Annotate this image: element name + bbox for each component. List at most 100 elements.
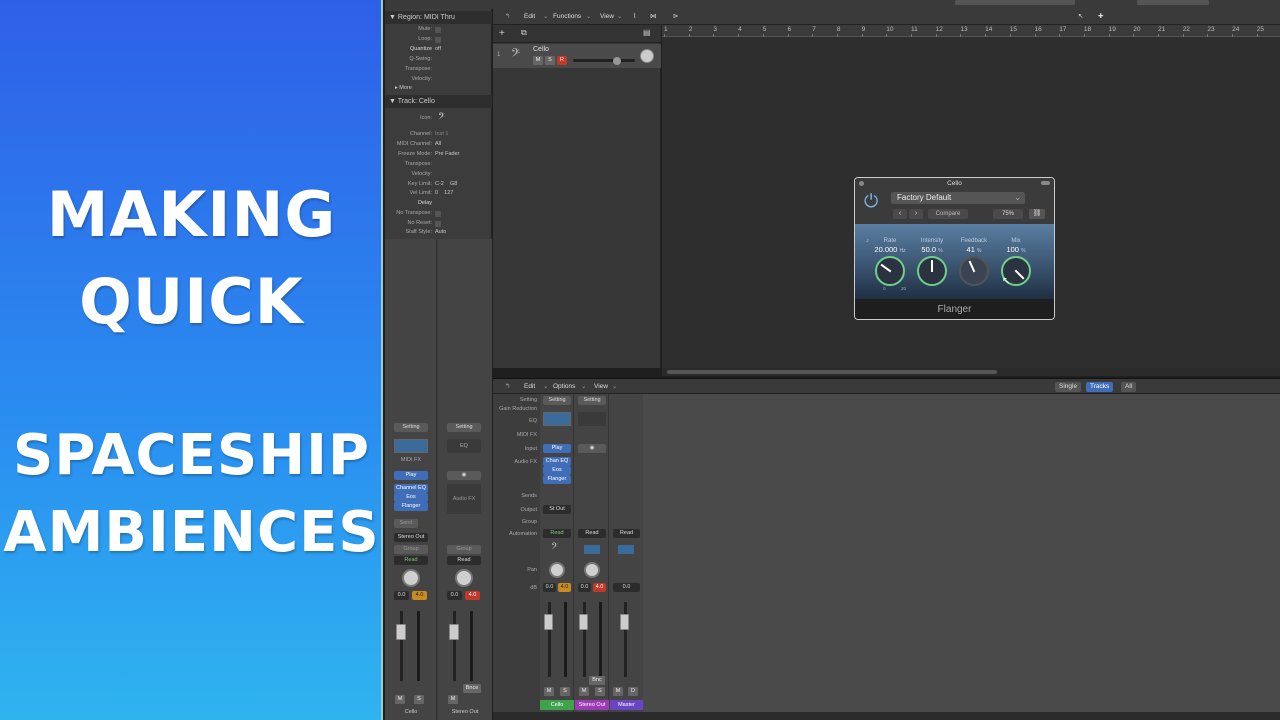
quantize-value[interactable]: off bbox=[435, 46, 441, 52]
pointer-tool-icon[interactable]: ↖ bbox=[1078, 12, 1083, 22]
back-arrow-icon[interactable]: ↰ bbox=[505, 382, 510, 392]
staff-style-value[interactable]: Auto bbox=[435, 229, 446, 235]
setting-button[interactable]: Setting bbox=[578, 396, 606, 405]
no-reset-checkbox[interactable] bbox=[435, 221, 441, 227]
volume-fader[interactable] bbox=[449, 624, 459, 640]
collapse-window-icon[interactable] bbox=[1041, 181, 1050, 185]
region-row-transpose[interactable]: Transpose: bbox=[385, 66, 492, 76]
mute-button[interactable]: M bbox=[579, 687, 589, 696]
track-volume-slider[interactable] bbox=[573, 59, 635, 62]
track-row-channel[interactable]: Channel: Inst 1 bbox=[385, 131, 492, 141]
automation-mode[interactable]: Read bbox=[543, 529, 571, 538]
horizontal-scrollbar[interactable] bbox=[662, 368, 1280, 376]
output-button[interactable]: St Out bbox=[543, 505, 571, 514]
track-row-freeze[interactable]: Freeze Mode: Pre Fader bbox=[385, 151, 492, 161]
knob-intensity[interactable] bbox=[917, 256, 947, 286]
automation-curve-icon[interactable]: ⌇ bbox=[633, 12, 636, 22]
midi-channel-value[interactable]: All bbox=[435, 141, 441, 147]
volume-fader[interactable] bbox=[396, 624, 406, 640]
channel-name[interactable]: Master bbox=[610, 700, 643, 710]
note-sync-icon[interactable]: ♪ bbox=[866, 238, 869, 244]
vel-limit-value[interactable]: 0 127 bbox=[435, 190, 453, 196]
scrollbar-thumb[interactable] bbox=[667, 370, 997, 374]
pan-knob[interactable] bbox=[549, 562, 565, 578]
preset-menu[interactable]: Factory Default ⌄ bbox=[891, 192, 1025, 204]
channel-name[interactable]: Stereo Out bbox=[575, 700, 609, 710]
region-row-qswing[interactable]: Q-Swing: bbox=[385, 56, 492, 66]
single-button[interactable]: Single bbox=[1055, 382, 1082, 392]
volume-fader[interactable] bbox=[620, 614, 629, 630]
fx-slot-1[interactable]: Chan EQ bbox=[543, 457, 571, 466]
dim-button[interactable]: D bbox=[628, 687, 638, 696]
mute-button[interactable]: M bbox=[544, 687, 554, 696]
channel-name[interactable]: Cello bbox=[540, 700, 574, 710]
pan-knob[interactable] bbox=[455, 569, 473, 587]
volume-fader[interactable] bbox=[579, 614, 588, 630]
track-row-transpose[interactable]: Transpose: bbox=[385, 161, 492, 171]
track-row-no-transpose[interactable]: No Transpose: bbox=[385, 210, 492, 220]
zoom-menu[interactable]: 75% bbox=[993, 209, 1023, 219]
track-mute-button[interactable]: M bbox=[533, 56, 543, 65]
eq-slot[interactable]: EQ bbox=[447, 439, 481, 453]
region-row-quantize[interactable]: Quantize off bbox=[385, 46, 492, 56]
track-header[interactable]: ▼ Track: Cello bbox=[385, 95, 492, 108]
catch-playhead-icon[interactable]: ⊳ bbox=[673, 12, 678, 22]
loop-checkbox[interactable] bbox=[435, 37, 441, 43]
all-button[interactable]: All bbox=[1121, 382, 1137, 392]
key-limit-value[interactable]: C-2 G8 bbox=[435, 181, 457, 187]
automation-mode[interactable]: Read bbox=[613, 529, 640, 538]
mixer-scrollbar[interactable] bbox=[493, 712, 1280, 720]
mute-button[interactable]: M bbox=[448, 695, 458, 704]
fx-slot-2[interactable]: Eos bbox=[394, 493, 428, 502]
solo-button[interactable]: S bbox=[560, 687, 570, 696]
setting-button[interactable]: Setting bbox=[394, 423, 428, 432]
track-pan-knob[interactable] bbox=[640, 49, 654, 63]
region-header[interactable]: ▼ Region: MIDI Thru bbox=[385, 11, 492, 24]
bounce-button[interactable]: Bnc bbox=[589, 676, 605, 685]
track-solo-button[interactable]: S bbox=[545, 56, 555, 65]
mixer-view-menu[interactable]: View bbox=[594, 382, 608, 392]
region-row-mute[interactable]: Mute: bbox=[385, 26, 492, 36]
setting-button[interactable]: Setting bbox=[447, 423, 481, 432]
send-slot[interactable]: Send bbox=[394, 519, 418, 528]
setting-button[interactable]: Setting bbox=[543, 396, 571, 405]
link-icon[interactable]: ◉ bbox=[578, 444, 606, 453]
tracks-button[interactable]: Tracks bbox=[1086, 382, 1114, 392]
param-value-intensity[interactable]: 50.0 % bbox=[912, 245, 952, 254]
group-slot[interactable]: Group bbox=[394, 545, 428, 554]
solo-button[interactable]: S bbox=[595, 687, 605, 696]
track-volume-handle[interactable] bbox=[613, 57, 621, 65]
region-row-loop[interactable]: Loop: bbox=[385, 36, 492, 46]
mute-button[interactable]: M bbox=[395, 695, 405, 704]
midi-fx-slot[interactable]: MIDI FX bbox=[394, 456, 428, 465]
automation-mode[interactable]: Read bbox=[394, 556, 428, 565]
cello-instrument-icon[interactable]: 𝄢 bbox=[438, 112, 445, 125]
output-button[interactable]: Stereo Out bbox=[394, 533, 428, 542]
no-transpose-checkbox[interactable] bbox=[435, 211, 441, 217]
volume-fader[interactable] bbox=[544, 614, 553, 630]
pan-knob[interactable] bbox=[584, 562, 600, 578]
param-value-rate[interactable]: 20.000 Hz bbox=[870, 245, 910, 254]
track-record-button[interactable]: R bbox=[557, 56, 567, 65]
back-arrow-icon[interactable]: ↰ bbox=[505, 12, 510, 22]
more-disclosure[interactable]: ▸ More bbox=[385, 85, 492, 95]
knob-rate[interactable] bbox=[875, 256, 905, 286]
duplicate-track-icon[interactable]: ⧉ bbox=[521, 28, 527, 38]
param-value-mix[interactable]: 100 % bbox=[996, 245, 1036, 254]
audio-fx-slot[interactable]: Audio FX bbox=[447, 484, 481, 514]
automation-mode[interactable]: Read bbox=[578, 529, 606, 538]
fx-slot-3[interactable]: Flanger bbox=[543, 475, 571, 484]
global-tracks-icon[interactable]: ▤ bbox=[643, 28, 651, 37]
bounce-button[interactable]: Bnce bbox=[463, 684, 481, 693]
mixer-options-menu[interactable]: Options bbox=[553, 382, 575, 392]
param-value-feedback[interactable]: 41 % bbox=[954, 245, 994, 254]
solo-button[interactable]: S bbox=[414, 695, 424, 704]
fx-slot-1[interactable]: Channel EQ bbox=[394, 484, 428, 493]
track-row-vel-limit[interactable]: Vel Limit: 0 127 bbox=[385, 190, 492, 200]
track-row-staff-style[interactable]: Staff Style: Auto bbox=[385, 229, 492, 239]
eq-thumbnail[interactable] bbox=[543, 412, 571, 426]
view-menu[interactable]: View bbox=[600, 12, 614, 22]
pencil-tool-icon[interactable]: ✚ bbox=[1098, 12, 1103, 22]
fx-slot-3[interactable]: Flanger bbox=[394, 502, 428, 511]
pan-knob[interactable] bbox=[402, 569, 420, 587]
